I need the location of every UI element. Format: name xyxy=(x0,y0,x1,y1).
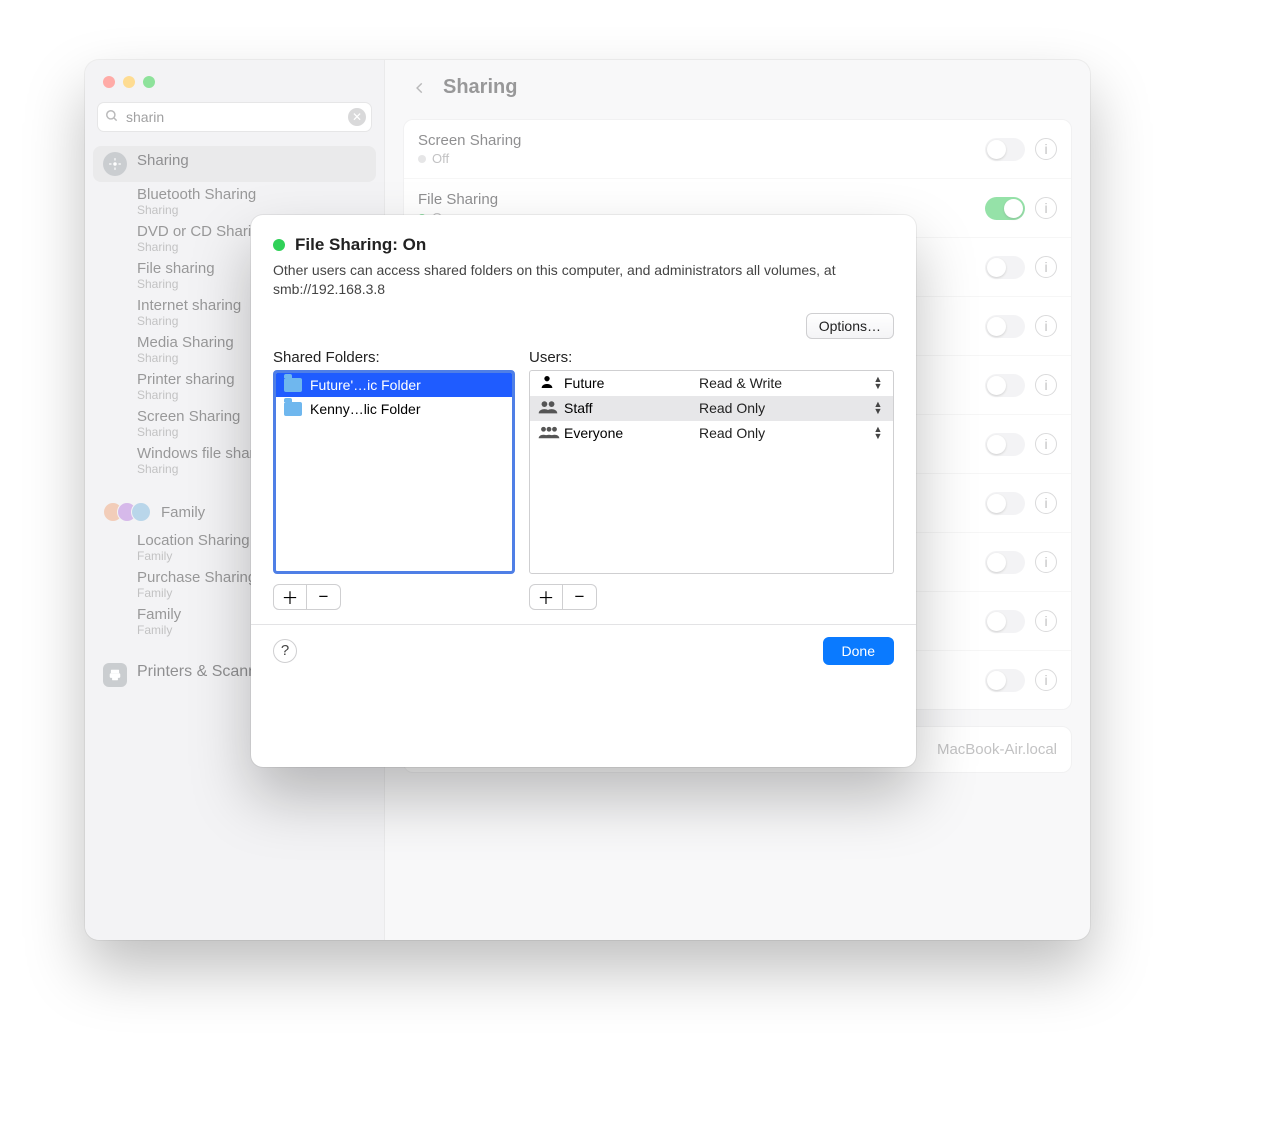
info-button[interactable]: i xyxy=(1035,669,1057,691)
info-button[interactable]: i xyxy=(1035,492,1057,514)
folder-icon xyxy=(284,402,302,416)
permission-value: Read Only xyxy=(699,425,869,441)
service-toggle[interactable] xyxy=(985,315,1025,338)
service-toggle[interactable] xyxy=(985,256,1025,279)
family-avatars-icon xyxy=(103,502,151,522)
permission-stepper[interactable]: ▲▼ xyxy=(869,401,887,415)
folder-icon xyxy=(284,378,302,392)
minimize-button[interactable] xyxy=(123,76,135,88)
shared-folders-column: Shared Folders: Future'…ic Folder Kenny…l… xyxy=(273,349,515,610)
permission-value: Read & Write xyxy=(699,375,869,391)
info-button[interactable]: i xyxy=(1035,551,1057,573)
service-label: File Sharing xyxy=(418,191,498,208)
add-folder-button[interactable]: ＋ xyxy=(273,584,307,610)
sheet-title: File Sharing: On xyxy=(295,235,426,255)
permission-value: Read Only xyxy=(699,400,869,416)
user-name: Staff xyxy=(564,400,593,416)
printer-icon xyxy=(103,663,127,687)
hostname-value: MacBook-Air.local xyxy=(937,741,1057,758)
sheet-description: Other users can access shared folders on… xyxy=(273,261,894,299)
user-item[interactable]: Everyone Read Only▲▼ xyxy=(530,421,893,446)
user-icon xyxy=(538,424,556,443)
service-toggle[interactable] xyxy=(985,551,1025,574)
permission-stepper[interactable]: ▲▼ xyxy=(869,376,887,390)
shared-folders-list[interactable]: Future'…ic Folder Kenny…lic Folder xyxy=(273,370,515,574)
info-button[interactable]: i xyxy=(1035,315,1057,337)
info-button[interactable]: i xyxy=(1035,197,1057,219)
remove-user-button[interactable]: − xyxy=(563,584,597,610)
users-label: Users: xyxy=(529,349,894,366)
info-button[interactable]: i xyxy=(1035,256,1057,278)
help-button[interactable]: ? xyxy=(273,639,297,663)
service-toggle[interactable] xyxy=(985,610,1025,633)
user-name: Everyone xyxy=(564,425,623,441)
add-user-button[interactable]: ＋ xyxy=(529,584,563,610)
done-button[interactable]: Done xyxy=(823,637,894,665)
content-header: Sharing xyxy=(385,60,1090,111)
user-icon xyxy=(538,399,556,418)
page-title: Sharing xyxy=(443,76,517,99)
sidebar-item-sharing[interactable]: Sharing xyxy=(93,146,376,182)
sidebar-subitem[interactable]: Bluetooth SharingSharing xyxy=(93,182,376,219)
user-icon xyxy=(538,374,556,393)
service-toggle[interactable] xyxy=(985,669,1025,692)
shared-folder-item[interactable]: Future'…ic Folder xyxy=(276,373,512,397)
shared-folder-item[interactable]: Kenny…lic Folder xyxy=(276,397,512,421)
search-input[interactable] xyxy=(97,102,372,132)
folder-name: Future'…ic Folder xyxy=(310,377,421,393)
service-toggle[interactable] xyxy=(985,197,1025,220)
service-toggle[interactable] xyxy=(985,374,1025,397)
user-item[interactable]: Future Read & Write▲▼ xyxy=(530,371,893,396)
clear-search-button[interactable]: ✕ xyxy=(348,108,366,126)
users-list[interactable]: FutureRead & Write▲▼StaffRead Only▲▼Ever… xyxy=(529,370,894,574)
service-toggle[interactable] xyxy=(985,492,1025,515)
search-field-wrap: ✕ xyxy=(97,102,372,132)
folder-name: Kenny…lic Folder xyxy=(310,401,421,417)
options-button[interactable]: Options… xyxy=(806,313,894,339)
remove-folder-button[interactable]: − xyxy=(307,584,341,610)
status-dot-icon xyxy=(273,239,285,251)
sharing-icon xyxy=(103,152,127,176)
permission-stepper[interactable]: ▲▼ xyxy=(869,426,887,440)
users-column: Users: FutureRead & Write▲▼StaffRead Onl… xyxy=(529,349,894,610)
user-name: Future xyxy=(564,375,604,391)
service-toggle[interactable] xyxy=(985,138,1025,161)
sidebar-item-label: Sharing xyxy=(137,152,189,169)
sidebar-item-label: Family xyxy=(161,504,205,521)
window-controls xyxy=(85,60,384,98)
shared-folders-label: Shared Folders: xyxy=(273,349,515,366)
close-button[interactable] xyxy=(103,76,115,88)
info-button[interactable]: i xyxy=(1035,433,1057,455)
service-status: Off xyxy=(418,151,521,166)
info-button[interactable]: i xyxy=(1035,610,1057,632)
info-button[interactable]: i xyxy=(1035,374,1057,396)
file-sharing-sheet: File Sharing: On Other users can access … xyxy=(251,215,916,767)
back-button[interactable] xyxy=(409,77,431,99)
service-row: Screen Sharing Off i xyxy=(404,120,1071,179)
service-toggle[interactable] xyxy=(985,433,1025,456)
service-label: Screen Sharing xyxy=(418,132,521,149)
info-button[interactable]: i xyxy=(1035,138,1057,160)
user-item[interactable]: Staff Read Only▲▼ xyxy=(530,396,893,421)
zoom-button[interactable] xyxy=(143,76,155,88)
